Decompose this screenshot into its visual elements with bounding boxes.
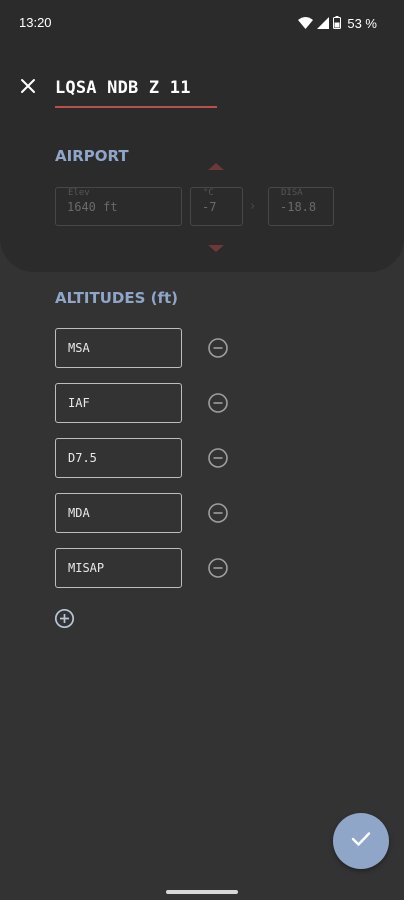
disa-field: DISA -18.8 <box>268 187 334 226</box>
status-icons: 53 % <box>298 14 377 33</box>
home-indicator[interactable] <box>166 890 238 894</box>
check-icon <box>351 831 371 851</box>
temperature-field[interactable]: °C -7 <box>190 187 243 226</box>
altitude-input[interactable]: MDA <box>55 493 182 533</box>
temperature-increase-icon[interactable] <box>208 163 224 170</box>
elevation-value: 1640 ft <box>67 200 118 214</box>
temperature-decrease-icon[interactable] <box>208 245 224 252</box>
status-bar: 13:20 53 % <box>0 0 404 46</box>
altitude-row: MISAP <box>55 548 235 588</box>
procedure-title-field[interactable]: LQSA NDB Z 11 <box>55 72 217 108</box>
altitude-input[interactable]: IAF <box>55 383 182 423</box>
altitude-value: MSA <box>68 341 90 355</box>
signal-icon <box>317 14 330 33</box>
altitude-row: IAF <box>55 383 235 423</box>
minus-circle-icon[interactable] <box>207 502 229 524</box>
status-time: 13:20 <box>19 15 52 30</box>
minus-circle-icon[interactable] <box>207 557 229 579</box>
wifi-icon <box>298 14 314 33</box>
altitude-value: D7.5 <box>68 451 97 465</box>
minus-circle-icon[interactable] <box>207 392 229 414</box>
elevation-label: Elev <box>66 188 92 198</box>
altitude-input[interactable]: D7.5 <box>55 438 182 478</box>
plus-circle-icon[interactable] <box>54 608 75 629</box>
disa-label: DISA <box>279 188 305 198</box>
close-icon <box>20 78 36 98</box>
altitude-value: MISAP <box>68 561 105 575</box>
elevation-field[interactable]: Elev 1640 ft <box>55 187 182 226</box>
minus-circle-icon[interactable] <box>207 337 229 359</box>
altitude-input[interactable]: MSA <box>55 328 182 368</box>
close-button[interactable] <box>17 77 39 99</box>
procedure-title: LQSA NDB Z 11 <box>55 78 191 98</box>
minus-circle-icon[interactable] <box>207 447 229 469</box>
altitude-input[interactable]: MISAP <box>55 548 182 588</box>
altitude-value: MDA <box>68 506 90 520</box>
altitude-value: IAF <box>68 396 90 410</box>
altitudes-section-title: ALTITUDES (ft) <box>55 289 179 307</box>
battery-icon <box>333 14 342 33</box>
battery-percentage: 53 % <box>347 16 377 31</box>
airport-section-title: AIRPORT <box>55 147 129 165</box>
temperature-label: °C <box>201 188 216 198</box>
chevron-right-icon: › <box>250 199 256 214</box>
altitude-row: D7.5 <box>55 438 235 478</box>
altitude-row: MSA <box>55 328 235 368</box>
disa-value: -18.8 <box>280 200 317 214</box>
temperature-value: -7 <box>202 200 217 214</box>
confirm-button[interactable] <box>333 813 389 869</box>
altitude-row: MDA <box>55 493 235 533</box>
